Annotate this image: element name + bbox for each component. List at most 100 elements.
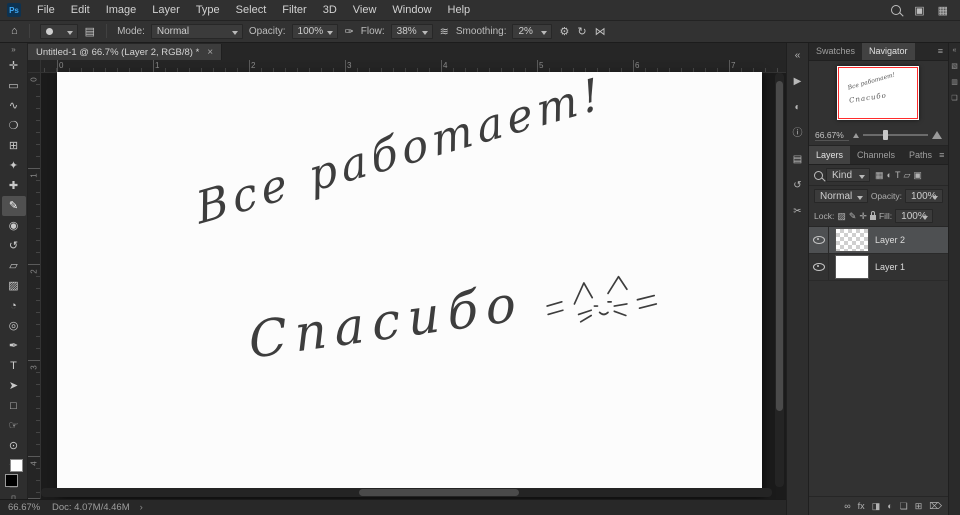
foreground-color-swatch[interactable] [4, 474, 18, 487]
move-tool[interactable]: ✛ [2, 56, 26, 76]
layer-row[interactable]: Layer 2 [809, 227, 948, 254]
menu-image[interactable]: Image [98, 0, 145, 20]
layer-thumbnail[interactable] [835, 228, 869, 252]
eyedropper-tool[interactable]: ✦ [2, 156, 26, 176]
dodge-tool[interactable]: ◎ [2, 316, 26, 336]
flow-select[interactable]: 38% [390, 23, 433, 39]
menu-type[interactable]: Type [188, 0, 228, 20]
new-layer-icon[interactable]: ⊞ [915, 501, 923, 512]
arrange-icon[interactable]: ▦ [938, 4, 948, 17]
lock-all-icon[interactable] [869, 211, 876, 220]
tab-channels[interactable]: Channels [850, 146, 902, 164]
navigator-preview[interactable]: Все работает! Спасибо [837, 66, 919, 120]
menu-help[interactable]: Help [440, 0, 479, 20]
lock-transparency-icon[interactable]: ▨ [837, 211, 846, 222]
zoom-tool[interactable]: ⊙ [2, 436, 26, 456]
search-icon[interactable] [814, 170, 823, 180]
smoothing-options-gear-icon[interactable]: ⚙ [558, 25, 570, 38]
filter-kind-select[interactable]: Kind [826, 168, 870, 182]
blend-mode-select[interactable]: Normal [814, 189, 868, 203]
zoom-slider[interactable] [863, 130, 928, 140]
blur-tool[interactable]: ◔ [2, 296, 26, 316]
status-options-icon[interactable]: › [140, 502, 143, 513]
marquee-tool[interactable]: ▭ [2, 76, 26, 96]
airbrush-icon[interactable]: ≋ [439, 25, 450, 38]
visibility-toggle[interactable] [809, 254, 829, 280]
visibility-toggle[interactable] [809, 227, 829, 253]
layer-group-icon[interactable]: ❏ [900, 501, 908, 512]
color-panel-icon[interactable]: ▧ [951, 62, 958, 70]
zoom-in-icon[interactable] [932, 131, 942, 139]
adjustments-panel-icon[interactable]: ◐ [794, 100, 800, 116]
expand-dock-icon[interactable]: « [953, 47, 957, 54]
vertical-ruler[interactable]: 0 1 2 3 4 [28, 73, 41, 499]
layer-mask-icon[interactable]: ◨ [872, 501, 881, 512]
quick-selection-tool[interactable]: ❍ [2, 116, 26, 136]
document-tab[interactable]: Untitled-1 @ 66.7% (Layer 2, RGB/8) * × [28, 43, 223, 62]
canvas[interactable]: Все работает! Спасибо [57, 72, 762, 497]
crop-tool[interactable]: ⊞ [2, 136, 26, 156]
patterns-panel-icon[interactable]: ❑ [951, 94, 957, 102]
history-panel-icon[interactable]: ↺ [793, 178, 801, 194]
panel-menu-icon[interactable]: ≡ [938, 42, 948, 60]
fill-field[interactable]: 100% [895, 209, 934, 223]
lock-image-icon[interactable]: ✎ [849, 211, 857, 222]
scissors-icon[interactable]: ✂ [793, 204, 801, 220]
shape-layer-filter-icon[interactable]: ▱ [903, 170, 910, 181]
tab-paths[interactable]: Paths [902, 146, 939, 164]
layer-opacity-field[interactable]: 100% [905, 189, 943, 203]
menu-layer[interactable]: Layer [144, 0, 188, 20]
path-selection-tool[interactable]: ➤ [2, 376, 26, 396]
menu-select[interactable]: Select [228, 0, 275, 20]
menu-view[interactable]: View [345, 0, 385, 20]
pixel-layer-filter-icon[interactable]: ▦ [875, 170, 884, 181]
zoom-out-icon[interactable] [853, 132, 859, 138]
rectangle-tool[interactable]: □ [2, 396, 26, 416]
search-icon[interactable] [891, 5, 902, 15]
tab-layers[interactable]: Layers [809, 146, 851, 164]
eraser-tool[interactable]: ▱ [2, 256, 26, 276]
lock-position-icon[interactable]: ✛ [859, 211, 867, 222]
brush-tool[interactable]: ✎ [1, 196, 26, 216]
info-panel-icon[interactable]: ⓘ [793, 126, 803, 142]
tab-swatches[interactable]: Swatches [809, 42, 862, 60]
paint-symmetry-icon[interactable]: ⋈ [594, 25, 607, 38]
menu-file[interactable]: File [29, 0, 63, 20]
adjustment-layer-icon[interactable]: ◐ [887, 501, 892, 511]
type-tool[interactable]: T [2, 356, 26, 376]
healing-brush-tool[interactable]: ✚ [2, 176, 26, 196]
navigator-view-box[interactable] [838, 67, 918, 119]
layer-effects-icon[interactable]: fx [858, 501, 865, 511]
type-layer-filter-icon[interactable]: T [895, 170, 901, 181]
toolbar-collapse-icon[interactable]: » [11, 44, 15, 56]
smoothing-select[interactable]: 2% [512, 23, 553, 39]
hand-tool[interactable]: ☞ [2, 416, 26, 436]
lasso-tool[interactable]: ∿ [2, 96, 26, 116]
menu-3d[interactable]: 3D [315, 0, 345, 20]
opacity-select[interactable]: 100% [291, 23, 338, 39]
vertical-scrollbar[interactable] [775, 73, 784, 487]
collapse-dock-icon[interactable]: « [795, 48, 801, 64]
zoom-level-field[interactable]: 66.67% [8, 502, 42, 513]
background-color-swatch[interactable] [9, 459, 23, 472]
pressure-opacity-icon[interactable]: ✑ [344, 25, 355, 38]
home-icon[interactable]: ⌂ [10, 25, 19, 37]
gradients-panel-icon[interactable]: ▥ [951, 78, 958, 86]
horizontal-scrollbar-thumb[interactable] [359, 489, 519, 496]
brush-settings-toggle-icon[interactable]: ▤ [84, 25, 96, 38]
delete-layer-icon[interactable]: ⌦ [929, 501, 942, 512]
properties-panel-icon[interactable]: ▤ [793, 152, 802, 168]
clone-stamp-tool[interactable]: ◉ [2, 216, 26, 236]
actions-panel-icon[interactable]: ▶ [794, 74, 802, 90]
mode-select[interactable]: Normal [150, 23, 243, 39]
history-brush-tool[interactable]: ↺ [2, 236, 26, 256]
menu-filter[interactable]: Filter [274, 0, 314, 20]
ruler-origin-corner[interactable] [28, 60, 41, 73]
photoshop-logo[interactable]: Ps [7, 3, 21, 17]
layer-row[interactable]: Layer 1 [809, 254, 948, 281]
link-layers-icon[interactable]: ∞ [844, 501, 850, 511]
smart-object-filter-icon[interactable]: ▣ [913, 170, 922, 181]
pen-tool[interactable]: ✒ [2, 336, 26, 356]
vertical-scrollbar-thumb[interactable] [776, 81, 783, 411]
menu-window[interactable]: Window [384, 0, 439, 20]
